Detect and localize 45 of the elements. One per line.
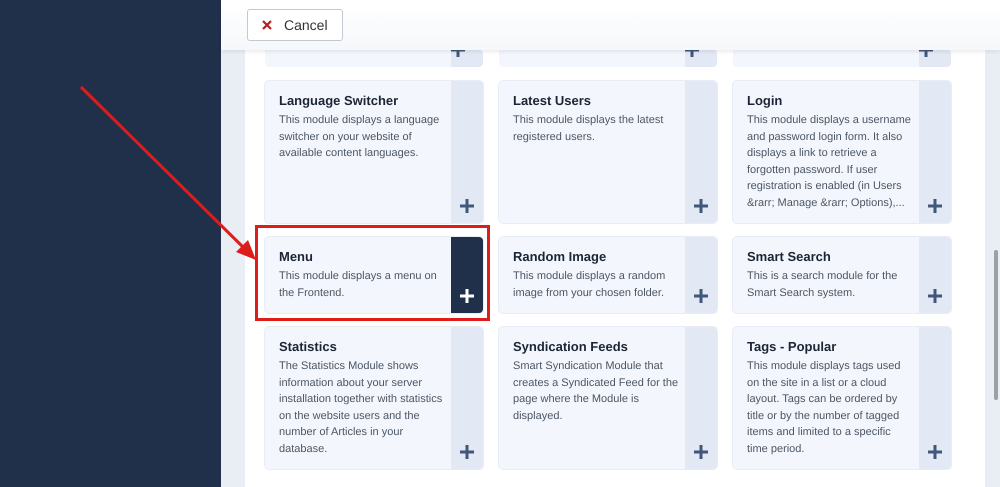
module-title: Menu xyxy=(279,249,314,264)
module-description: This module displays a menu on the Frontend. xyxy=(279,269,438,300)
module-title: Tags - Popular xyxy=(747,339,838,354)
module-description: The Statistics Module shows information about your server installation together with statistics on the website users and the number of Articles in your database. xyxy=(279,359,444,456)
plus-icon xyxy=(460,199,474,213)
module-description: This module displays a language switcher on your website of available content languages. xyxy=(279,113,440,161)
plus-icon xyxy=(460,289,474,303)
module-title: Login xyxy=(747,93,784,108)
module-title: Statistics xyxy=(279,339,338,354)
module-card[interactable]: Latest Users This module displays the latest registered users. xyxy=(499,81,717,223)
module-card[interactable]: Statistics The Statistics Module shows information about your server installation together with statistics on the website users and the number of Articles in your database. xyxy=(265,327,483,469)
module-title: Language Switcher xyxy=(279,93,400,108)
close-icon xyxy=(262,20,272,30)
module-title: Random Image xyxy=(513,249,608,264)
module-description: Smart Syndication Module that creates a Syndicated Feed for the page where the Module is displayed. xyxy=(513,359,679,424)
module-description: This module displays tags used on the site in a list or a cloud layout. Tags can be ordered by title or by the number of tagged items and limited to a specific time period. xyxy=(747,359,902,456)
module-description: This module displays a username and password login form. It also displays a link to retrieve a forgotten password. If user registration is enabled (in Users &rarr; Manage &rarr; Options),... xyxy=(747,113,912,210)
add-button[interactable] xyxy=(451,50,483,67)
module-description: This module displays a random image from your chosen folder. xyxy=(513,269,666,300)
module-card[interactable]: Syndication Feeds Smart Syndication Module that creates a Syndicated Feed for the page where the Module is displayed. xyxy=(499,327,717,469)
module-description: This is a search module for the Smart Search system. xyxy=(747,269,898,300)
scrollbar[interactable] xyxy=(994,250,998,400)
plus-icon xyxy=(694,445,708,459)
module-card[interactable]: Language Switcher This module displays a language switcher on your website of available content languages. xyxy=(265,81,483,223)
module-card[interactable]: Random Image This module displays a random image from your chosen folder. xyxy=(499,237,717,313)
plus-icon xyxy=(694,289,708,303)
add-button[interactable] xyxy=(685,50,717,67)
plus-icon xyxy=(928,199,942,213)
module-title: Latest Users xyxy=(513,93,592,108)
module-card[interactable]: Smart Search This is a search module for the Smart Search system. xyxy=(733,237,951,313)
cancel-button[interactable]: Cancel xyxy=(247,9,343,41)
module-title: Smart Search xyxy=(747,249,832,264)
add-button[interactable] xyxy=(919,50,951,67)
add-button[interactable] xyxy=(685,237,717,313)
add-button[interactable] xyxy=(451,237,483,313)
module-card[interactable]: Menu This module displays a menu on the Frontend. xyxy=(265,237,483,313)
plus-icon xyxy=(928,289,942,303)
module-title: Syndication Feeds xyxy=(513,339,629,354)
module-card[interactable]: Login This module displays a username and password login form. It also displays a link to retrieve a forgotten password. If user registration is enabled (in Users &rarr; Manage &rarr; Options),... xyxy=(733,81,951,223)
module-card[interactable]: Tags - Popular This module displays tags used on the site in a list or a cloud layout. Tags can be ordered by title or by the number of tagged items and limited to a specific time period. xyxy=(733,327,951,469)
plus-icon xyxy=(928,445,942,459)
add-button[interactable] xyxy=(919,237,951,313)
plus-icon xyxy=(694,199,708,213)
module-description: This module displays the latest registered users. xyxy=(513,113,664,144)
plus-icon xyxy=(460,445,474,459)
